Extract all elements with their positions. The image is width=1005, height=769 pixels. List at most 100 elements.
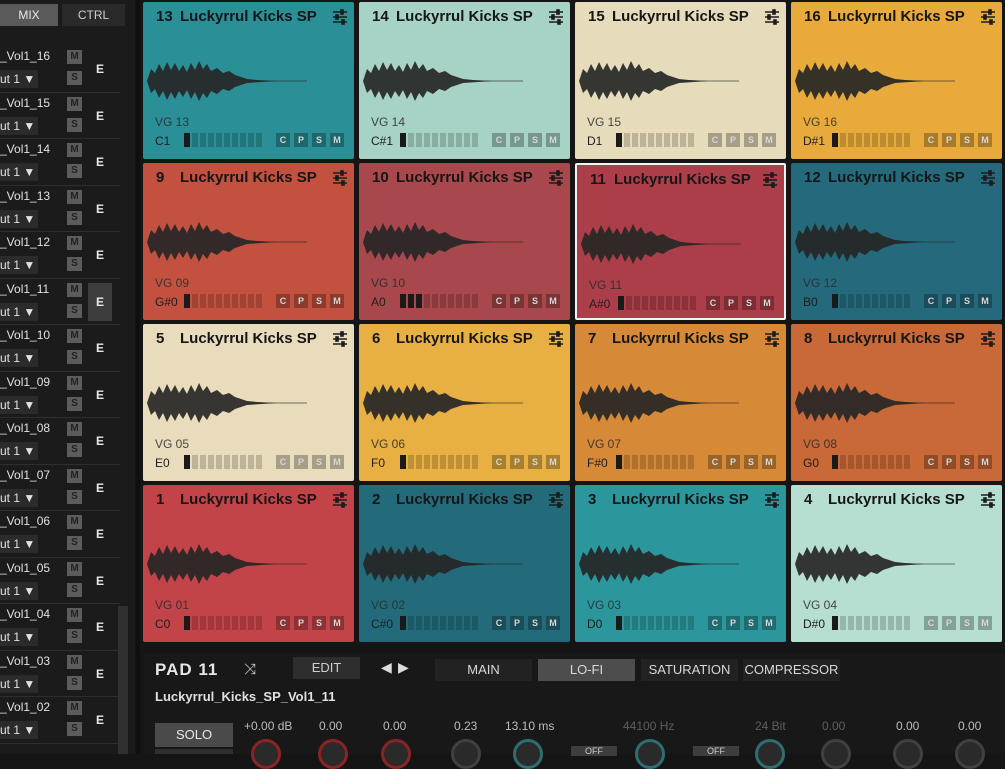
solo-button[interactable]: S xyxy=(67,210,82,225)
pad-10[interactable]: 10 Luckyrrul Kicks SP VG 10 A0 C P S M xyxy=(359,163,570,320)
param-knob[interactable] xyxy=(755,739,785,769)
edit-channel-button[interactable]: E xyxy=(88,515,112,553)
output-select[interactable]: ut 1 ▼ xyxy=(0,163,38,181)
mix-channel-row[interactable]: _Vol1_08 ut 1 ▼ M S E xyxy=(0,418,120,465)
sliders-icon[interactable] xyxy=(980,9,996,25)
param-knob[interactable] xyxy=(318,739,348,769)
solo-button[interactable]: S xyxy=(67,722,82,736)
solo-button[interactable]: S xyxy=(67,629,82,643)
solo-button[interactable]: SOLO xyxy=(155,723,233,747)
pad-6[interactable]: 6 Luckyrrul Kicks SP VG 06 F0 C P S M xyxy=(359,324,570,481)
pad-s-button[interactable]: S xyxy=(312,133,326,147)
pad-14[interactable]: 14 Luckyrrul Kicks SP VG 14 C#1 C P S M xyxy=(359,2,570,159)
edit-channel-button[interactable]: E xyxy=(88,562,112,600)
pad-p-button[interactable]: P xyxy=(510,294,524,308)
off-button[interactable]: OFF xyxy=(571,746,617,756)
pad-15[interactable]: 15 Luckyrrul Kicks SP VG 15 D1 C P S M xyxy=(575,2,786,159)
output-select[interactable]: ut 1 ▼ xyxy=(0,628,38,646)
pad-3[interactable]: 3 Luckyrrul Kicks SP VG 03 D0 C P S M xyxy=(575,485,786,642)
pad-m-button[interactable]: M xyxy=(546,294,560,308)
output-select[interactable]: ut 1 ▼ xyxy=(0,116,38,135)
pad-m-button[interactable]: M xyxy=(762,133,776,147)
pad-c-button[interactable]: C xyxy=(276,616,290,630)
pad-8[interactable]: 8 Luckyrrul Kicks SP VG 08 G0 C P S M xyxy=(791,324,1002,481)
solo-button[interactable]: S xyxy=(67,489,82,504)
sliders-icon[interactable] xyxy=(764,9,780,25)
pad-p-button[interactable]: P xyxy=(294,294,308,308)
output-select[interactable]: ut 1 ▼ xyxy=(0,302,38,321)
param-knob[interactable] xyxy=(821,739,851,769)
pad-7[interactable]: 7 Luckyrrul Kicks SP VG 07 F#0 C P S M xyxy=(575,324,786,481)
mix-channel-row[interactable]: _Vol1_02 ut 1 ▼ M S E xyxy=(0,697,120,744)
mute-button[interactable]: M xyxy=(67,375,82,390)
pad-m-button[interactable]: M xyxy=(546,455,560,469)
pad-p-button[interactable]: P xyxy=(294,616,308,630)
mix-channel-row[interactable]: _Vol1_10 ut 1 ▼ M S E xyxy=(0,325,120,372)
sliders-icon[interactable] xyxy=(548,170,564,186)
sliders-icon[interactable] xyxy=(762,172,778,188)
sliders-icon[interactable] xyxy=(764,492,780,508)
tab-mix[interactable]: MIX xyxy=(0,4,58,26)
output-select[interactable]: ut 1 ▼ xyxy=(0,209,38,228)
pad-c-button[interactable]: C xyxy=(492,455,506,469)
mute-button[interactable]: M xyxy=(67,282,82,297)
pad-p-button[interactable]: P xyxy=(942,133,956,147)
output-select[interactable]: ut 1 ▼ xyxy=(0,581,38,600)
solo-button[interactable]: S xyxy=(67,675,82,690)
pad-s-button[interactable]: S xyxy=(742,296,756,310)
solo-button[interactable]: S xyxy=(67,71,82,85)
output-select[interactable]: ut 1 ▼ xyxy=(0,721,38,739)
pad-s-button[interactable]: S xyxy=(528,133,542,147)
output-select[interactable]: ut 1 ▼ xyxy=(0,442,38,460)
edit-channel-button[interactable]: E xyxy=(88,282,112,321)
pad-9[interactable]: 9 Luckyrrul Kicks SP VG 09 G#0 C P S M xyxy=(143,163,354,320)
mix-channel-row[interactable]: _Vol1_13 ut 1 ▼ M S E xyxy=(0,186,120,232)
mute-button[interactable]: M xyxy=(67,50,82,64)
mute-button[interactable]: M xyxy=(67,701,82,715)
pad-p-button[interactable]: P xyxy=(942,294,956,308)
sliders-icon[interactable] xyxy=(980,492,996,508)
shuffle-icon[interactable]: ⤨ xyxy=(244,661,256,678)
mute-button[interactable]: M xyxy=(67,654,82,669)
mix-channel-row[interactable]: _Vol1_05 ut 1 ▼ M S E xyxy=(0,558,120,604)
pad-s-button[interactable]: S xyxy=(960,616,974,630)
solo-button[interactable]: S xyxy=(67,396,82,411)
output-select[interactable]: ut 1 ▼ xyxy=(0,535,38,553)
pad-p-button[interactable]: P xyxy=(726,455,740,469)
pad-1[interactable]: 1 Luckyrrul Kicks SP VG 01 C0 C P S M xyxy=(143,485,354,642)
pad-c-button[interactable]: C xyxy=(276,133,290,147)
mix-channel-row[interactable]: _Vol1_11 ut 1 ▼ M S E xyxy=(0,279,120,325)
solo-button[interactable]: S xyxy=(67,443,82,457)
sliders-icon[interactable] xyxy=(332,492,348,508)
mute-button[interactable]: M xyxy=(67,468,82,483)
sliders-icon[interactable] xyxy=(548,331,564,347)
mute-button[interactable]: M xyxy=(67,608,82,622)
edit-channel-button[interactable]: E xyxy=(88,143,112,181)
sliders-icon[interactable] xyxy=(332,9,348,25)
tab-ctrl[interactable]: CTRL xyxy=(62,4,125,26)
pad-c-button[interactable]: C xyxy=(706,296,720,310)
pad-16[interactable]: 16 Luckyrrul Kicks SP VG 16 D#1 C P S M xyxy=(791,2,1002,159)
mix-channel-row[interactable]: _Vol1_06 ut 1 ▼ M S E xyxy=(0,511,120,558)
edit-channel-button[interactable]: E xyxy=(88,329,112,367)
pad-m-button[interactable]: M xyxy=(760,296,774,310)
solo-button[interactable]: S xyxy=(67,257,82,271)
volume-knob[interactable] xyxy=(251,739,281,769)
pad-s-button[interactable]: S xyxy=(528,294,542,308)
pad-m-button[interactable]: M xyxy=(762,616,776,630)
param-knob[interactable] xyxy=(381,739,411,769)
solo-button[interactable]: S xyxy=(67,582,82,597)
output-select[interactable]: ut 1 ▼ xyxy=(0,488,38,507)
pad-s-button[interactable]: S xyxy=(528,616,542,630)
edit-channel-button[interactable]: E xyxy=(88,236,112,274)
edit-channel-button[interactable]: E xyxy=(88,50,112,88)
pad-s-button[interactable]: S xyxy=(960,133,974,147)
mix-channel-row[interactable]: _Vol1_12 ut 1 ▼ M S E xyxy=(0,232,120,279)
edit-channel-button[interactable]: E xyxy=(88,655,112,693)
tab-saturation[interactable]: SATURATION xyxy=(641,659,738,681)
pad-11[interactable]: 11 Luckyrrul Kicks SP VG 11 A#0 C P S M xyxy=(575,163,786,320)
pad-p-button[interactable]: P xyxy=(726,616,740,630)
edit-channel-button[interactable]: E xyxy=(88,190,112,228)
pad-p-button[interactable]: P xyxy=(724,296,738,310)
mute-button[interactable]: M xyxy=(67,561,82,576)
